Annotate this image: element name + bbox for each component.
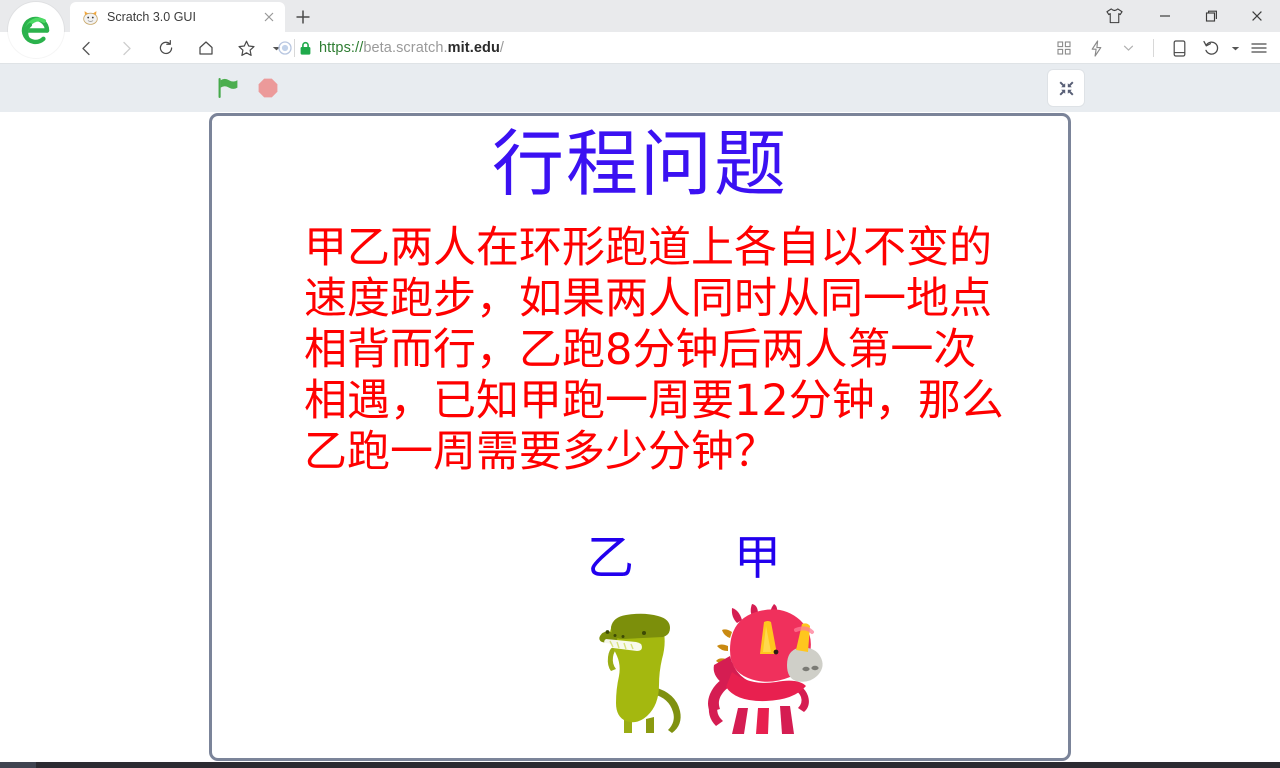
mobile-view-icon	[1173, 39, 1185, 57]
mobile-view-button[interactable]	[1164, 32, 1194, 64]
problem-line: 甲乙两人在环形跑道上各自以不变的	[304, 223, 992, 273]
right-tools-divider	[1153, 39, 1154, 57]
back-button[interactable]	[66, 32, 106, 64]
hamburger-menu-icon	[1251, 43, 1267, 53]
stop-button[interactable]	[254, 74, 282, 102]
url-scheme: https://	[319, 40, 364, 56]
maximize-icon	[1205, 10, 1217, 22]
page-info-icon[interactable]	[278, 41, 292, 55]
browser-tab[interactable]: Scratch 3.0 GUI	[70, 2, 285, 32]
problem-line: 乙跑一周需要多少分钟？	[304, 427, 777, 477]
speed-button[interactable]	[1081, 32, 1111, 64]
problem-line: 速度跑步，如果两人同时从同一地点	[304, 274, 992, 324]
exit-fullscreen-icon	[1059, 81, 1073, 95]
new-tab-button[interactable]	[285, 2, 321, 32]
home-button[interactable]	[186, 32, 226, 64]
url-text[interactable]: https://beta.scratch.mit.edu/	[319, 40, 504, 56]
chevron-down-icon	[1123, 45, 1133, 51]
browser-window: Scratch 3.0 GUI https://beta.scratch.mit…	[0, 0, 1280, 768]
window-controls	[1086, 0, 1280, 32]
bookmark-button[interactable]	[226, 32, 266, 64]
chevron-left-icon	[81, 41, 90, 55]
stage-area: 行程问题 甲乙两人在环形跑道上各自以不变的 速度跑步，如果两人同时从同一地点 相…	[0, 112, 1280, 762]
skin-button[interactable]	[1086, 0, 1142, 32]
forward-button[interactable]	[106, 32, 146, 64]
os-taskbar	[0, 762, 1280, 768]
url-path: /	[499, 40, 505, 56]
browser-right-tools	[1049, 32, 1274, 64]
sprite-label-jia: 甲	[734, 531, 781, 586]
maximize-button[interactable]	[1188, 0, 1234, 32]
window-close-button[interactable]	[1234, 0, 1280, 32]
stage-control-buttons	[213, 74, 282, 102]
minimize-button[interactable]	[1142, 0, 1188, 32]
tab-strip: Scratch 3.0 GUI	[70, 0, 321, 32]
reload-icon	[159, 39, 173, 55]
browser-titlebar: Scratch 3.0 GUI	[0, 0, 1280, 58]
green-flag-icon	[218, 77, 238, 99]
browser-logo[interactable]	[8, 2, 64, 58]
green-dinosaur-sprite[interactable]	[580, 601, 700, 736]
scratch-stage[interactable]: 行程问题 甲乙两人在环形跑道上各自以不变的 速度跑步，如果两人同时从同一地点 相…	[209, 113, 1071, 761]
browser-navbar: https://beta.scratch.mit.edu/	[0, 32, 1280, 64]
taskbar-accent	[0, 762, 36, 768]
undo-history-icon	[1203, 40, 1219, 55]
star-icon	[237, 40, 255, 56]
exit-fullscreen-button[interactable]	[1048, 70, 1084, 106]
close-icon	[1252, 11, 1262, 21]
plus-icon	[296, 10, 310, 24]
problem-line: 相背而行，乙跑8分钟后两人第一次	[304, 325, 977, 375]
scratch-cat-icon	[83, 10, 98, 25]
lightning-icon	[1091, 39, 1101, 57]
chevron-right-icon	[122, 41, 131, 55]
nav-buttons	[66, 32, 303, 64]
scratch-stage-controls-bar	[0, 64, 1280, 112]
red-dinosaur-sprite[interactable]	[702, 604, 830, 736]
sprite-labels: 乙 甲	[212, 531, 1068, 601]
stop-sign-icon	[258, 78, 278, 98]
tshirt-icon	[1105, 8, 1123, 24]
reload-button[interactable]	[146, 32, 186, 64]
green-flag-button[interactable]	[213, 74, 241, 102]
address-bar[interactable]: https://beta.scratch.mit.edu/	[278, 40, 504, 56]
qr-code-button[interactable]	[1049, 32, 1079, 64]
qr-code-icon	[1057, 41, 1071, 55]
history-dropdown-button[interactable]	[1228, 32, 1242, 64]
stage-problem-text: 甲乙两人在环形跑道上各自以不变的 速度跑步，如果两人同时从同一地点 相背而行，乙…	[304, 223, 1034, 478]
tools-dropdown-button[interactable]	[1113, 32, 1143, 64]
url-subdomain: beta.scratch.	[363, 40, 448, 56]
history-button[interactable]	[1196, 32, 1226, 64]
minimize-icon	[1160, 15, 1170, 17]
green-e-browser-logo-icon	[15, 9, 57, 51]
url-domain: mit.edu	[447, 40, 500, 56]
stage-title-text: 行程问题	[491, 122, 788, 206]
problem-line: 相遇，已知甲跑一周要12分钟，那么	[304, 376, 1004, 426]
tab-title: Scratch 3.0 GUI	[107, 10, 196, 24]
sprite-label-yi: 乙	[587, 531, 634, 586]
tab-close-icon[interactable]	[261, 9, 277, 25]
lock-icon[interactable]	[299, 41, 312, 56]
menu-button[interactable]	[1244, 32, 1274, 64]
home-icon	[199, 41, 213, 55]
caret-down-icon	[1231, 46, 1239, 50]
green-dinosaur-icon	[599, 613, 681, 733]
red-dinosaur-icon	[708, 604, 823, 734]
